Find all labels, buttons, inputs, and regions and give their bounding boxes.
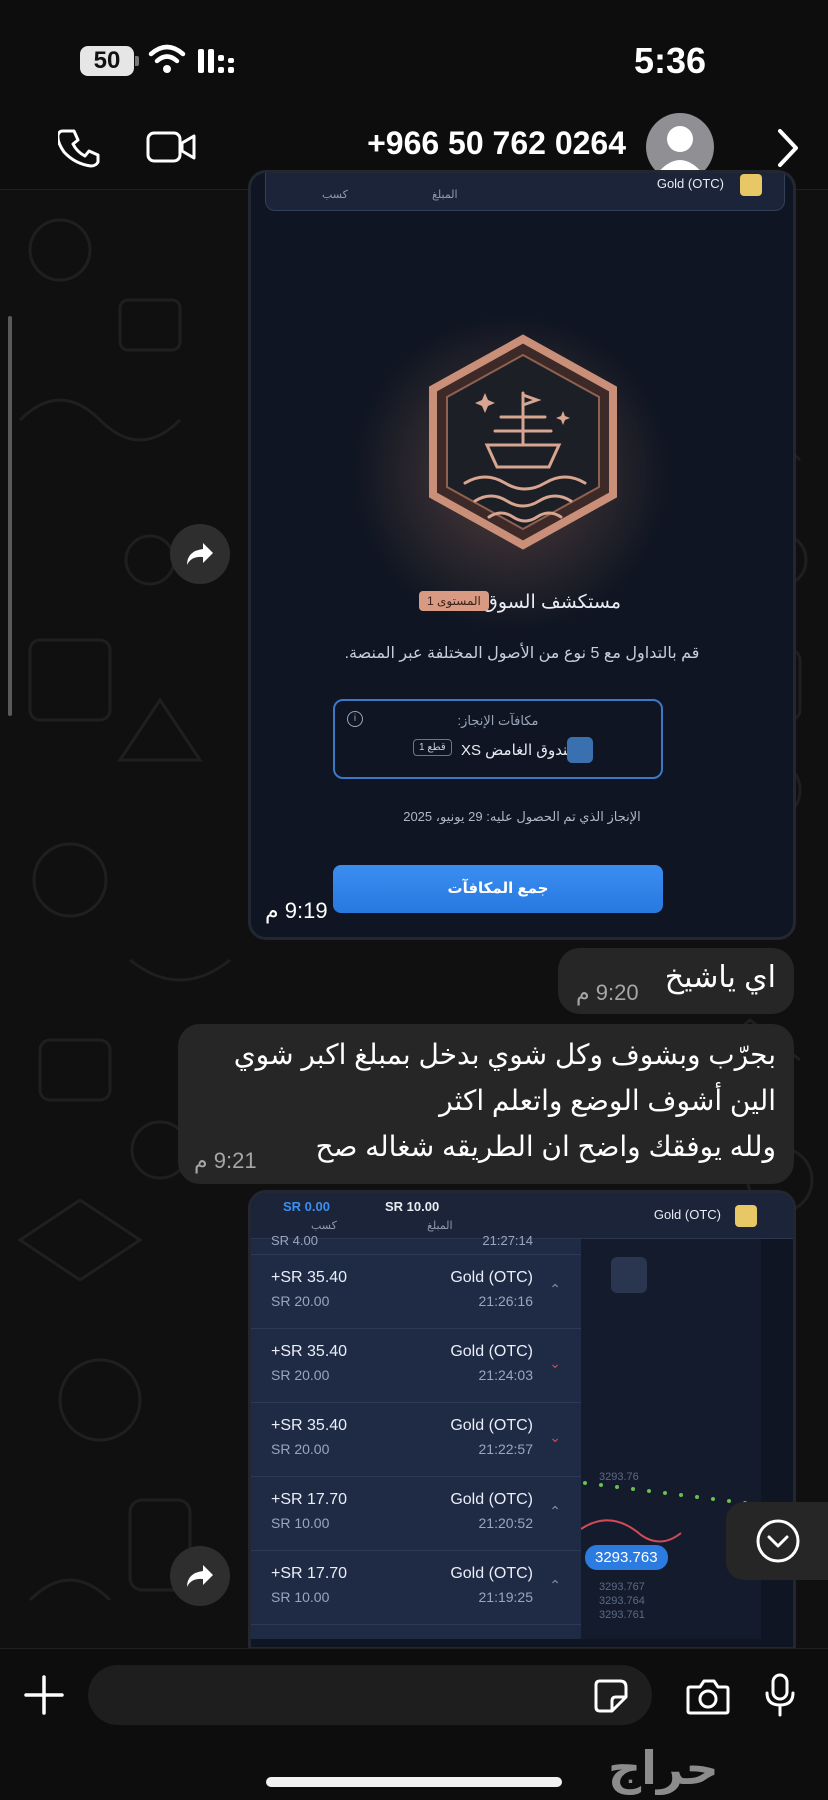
profit-total: SR 0.00 (283, 1199, 330, 1214)
reward-qty: 1 قطع (413, 739, 452, 756)
message-input[interactable] (88, 1665, 652, 1725)
trade-profit: +SR 35.40 (271, 1343, 348, 1360)
message-line-2: الين أشوف الوضع واتعلم اكثر (439, 1085, 776, 1116)
plus-icon[interactable] (24, 1675, 64, 1715)
contact-name[interactable]: +966 50 762 0264 (367, 125, 626, 162)
sticker-icon[interactable] (594, 1677, 630, 1713)
trade-stake: SR 20.00 (271, 1367, 330, 1383)
forward-button[interactable] (170, 1546, 230, 1606)
trade-time: 21:22:57 (478, 1441, 534, 1457)
trade-stake: SR 20.00 (271, 1441, 330, 1457)
signal-icon (198, 49, 234, 73)
price-tick-1: 3293.76 (599, 1471, 639, 1483)
message-bubble-1[interactable]: اي ياشيخ 9:20 م (558, 948, 794, 1014)
trade-profit: +SR 17.70 (271, 1491, 348, 1508)
battery-icon: 50 (80, 46, 139, 76)
forward-button[interactable] (170, 524, 230, 584)
message-input-bar: حراج (0, 1648, 828, 1800)
achieved-date: الإنجاز الذي تم الحصول عليه: 29 يونيو، 2… (403, 809, 641, 824)
chevron-up-icon: ⌃ (549, 1503, 561, 1519)
trade-time: 21:19:25 (478, 1589, 534, 1605)
info-icon: i (347, 711, 363, 727)
trade-asset: Gold (OTC) (450, 1491, 533, 1508)
message-line-3: ولله يوفقك واضح ان الطريقه شغاله صح (315, 1131, 777, 1162)
video-call-icon[interactable] (146, 129, 196, 165)
price-tick-4: 3293.761 (599, 1609, 645, 1621)
image-message-2[interactable]: SR 0.00 كسب SR 10.00 المبلغ Gold (OTC) S… (248, 1190, 796, 1650)
reward-box: مكافآت الإنجاز: i 1 قطع الصندوق الغامض X… (333, 699, 663, 779)
status-time: 5:36 (634, 40, 707, 81)
achievement-description: قم بالتداول مع 5 نوع من الأصول المختلفة … (344, 645, 700, 662)
message-time: 9:20 م (576, 980, 639, 1005)
trade-asset: Gold (OTC) (450, 1343, 533, 1360)
phone-call-icon[interactable] (58, 127, 100, 169)
forward-arrow-icon (187, 1565, 213, 1587)
gold-coin-icon (735, 1205, 757, 1227)
ship-badge-icon (429, 334, 617, 550)
trade-row: +SR 17.70 SR 10.00 Gold (OTC) 21:20:52 ⌃ (251, 1477, 581, 1551)
forward-arrow-icon (187, 543, 213, 565)
chevron-down-icon: ⌄ (549, 1429, 561, 1445)
wifi-icon (148, 44, 186, 73)
gold-coin-icon (740, 174, 762, 196)
topbar-amount-label: المبلغ (432, 189, 458, 201)
trade-history-list: SR 4.00 21:27:14 +SR 35.40 SR 20.00 Gold (… (251, 1233, 581, 1639)
chevron-right-icon[interactable] (776, 127, 800, 169)
chart-dots (581, 1481, 747, 1543)
trade-profit: +SR 17.70 (271, 1565, 348, 1582)
image-message-1[interactable]: كسب المبلغ Gold (OTC) مستكشف السوق المست… (248, 170, 796, 940)
message-time: 9:19 م (265, 898, 328, 923)
message-time: 9:21 م (194, 1148, 257, 1173)
price-tick-3: 3293.764 (599, 1595, 645, 1607)
amount-total: SR 10.00 (385, 1199, 440, 1214)
message-bubble-2[interactable]: بجرّب وبشوف وكل شوي بدخل بمبلغ اكبر شوي … (178, 1024, 794, 1184)
trade-row: +SR 35.40 SR 20.00 Gold (OTC) 21:24:03 ⌄ (251, 1329, 581, 1403)
chevron-up-icon: ⌃ (549, 1577, 561, 1593)
scroll-to-bottom-button[interactable] (726, 1502, 828, 1580)
trade-time: 21:27:14 (482, 1233, 533, 1248)
trade-time: 21:24:03 (478, 1367, 534, 1383)
mystery-box-icon (567, 737, 593, 763)
chevron-up-icon: ⌃ (549, 1281, 561, 1297)
trade-stake: SR 10.00 (271, 1589, 330, 1605)
price-chart: 3293.76 3293.763 3293.767 3293.764 3293.… (581, 1239, 761, 1639)
trade-stake: SR 20.00 (271, 1293, 330, 1309)
trade-asset: Gold (OTC) (450, 1269, 533, 1286)
trade-asset: Gold (OTC) (450, 1417, 533, 1434)
trade-time: 21:20:52 (478, 1515, 534, 1531)
price-tag: 3293.763 (585, 1545, 668, 1570)
haraj-watermark: حراج (608, 1742, 719, 1794)
message-line-1: بجرّب وبشوف وكل شوي بدخل بمبلغ اكبر شوي (233, 1039, 776, 1070)
rank-title: مستكشف السوق (483, 592, 621, 613)
microphone-icon[interactable] (764, 1673, 796, 1717)
screenshot-topbar: كسب المبلغ Gold (OTC) (265, 173, 785, 211)
chevron-down-circle-icon (756, 1519, 800, 1563)
trade-profit: +SR 35.40 (271, 1269, 348, 1286)
topbar-asset: Gold (OTC) (656, 176, 724, 191)
trade-row: +SR 17.70 SR 10.00 Gold (OTC) 21:19:25 ⌃ (251, 1551, 581, 1625)
message-text: اي ياشيخ (664, 961, 776, 994)
price-tick-2: 3293.767 (599, 1581, 645, 1593)
chevron-down-icon: ⌄ (549, 1355, 561, 1371)
status-bar: 50 5:36 (0, 0, 828, 105)
level-badge: المستوى 1 (419, 591, 489, 611)
scroll-indicator[interactable] (8, 316, 12, 716)
trade-profit: +SR 35.40 (271, 1417, 348, 1434)
asset-header: Gold (OTC) (653, 1207, 721, 1222)
trade-row: +SR 35.40 SR 20.00 Gold (OTC) 21:26:16 ⌃ (251, 1255, 581, 1329)
trade-row-partial: SR 4.00 21:27:14 (251, 1231, 581, 1255)
topbar-profit-label: كسب (322, 189, 348, 201)
trade-time: 21:26:16 (478, 1293, 534, 1309)
trade-stake: SR 4.00 (271, 1233, 318, 1248)
trade-asset: Gold (OTC) (450, 1565, 533, 1582)
trade-row: +SR 35.40 SR 20.00 Gold (OTC) 21:22:57 ⌄ (251, 1403, 581, 1477)
home-indicator[interactable] (266, 1777, 562, 1787)
trade-stake: SR 10.00 (271, 1515, 330, 1531)
camera-icon[interactable] (686, 1677, 730, 1715)
reward-label: مكافآت الإنجاز: (457, 713, 539, 728)
collect-rewards-button: جمع المكافآت (333, 865, 663, 913)
